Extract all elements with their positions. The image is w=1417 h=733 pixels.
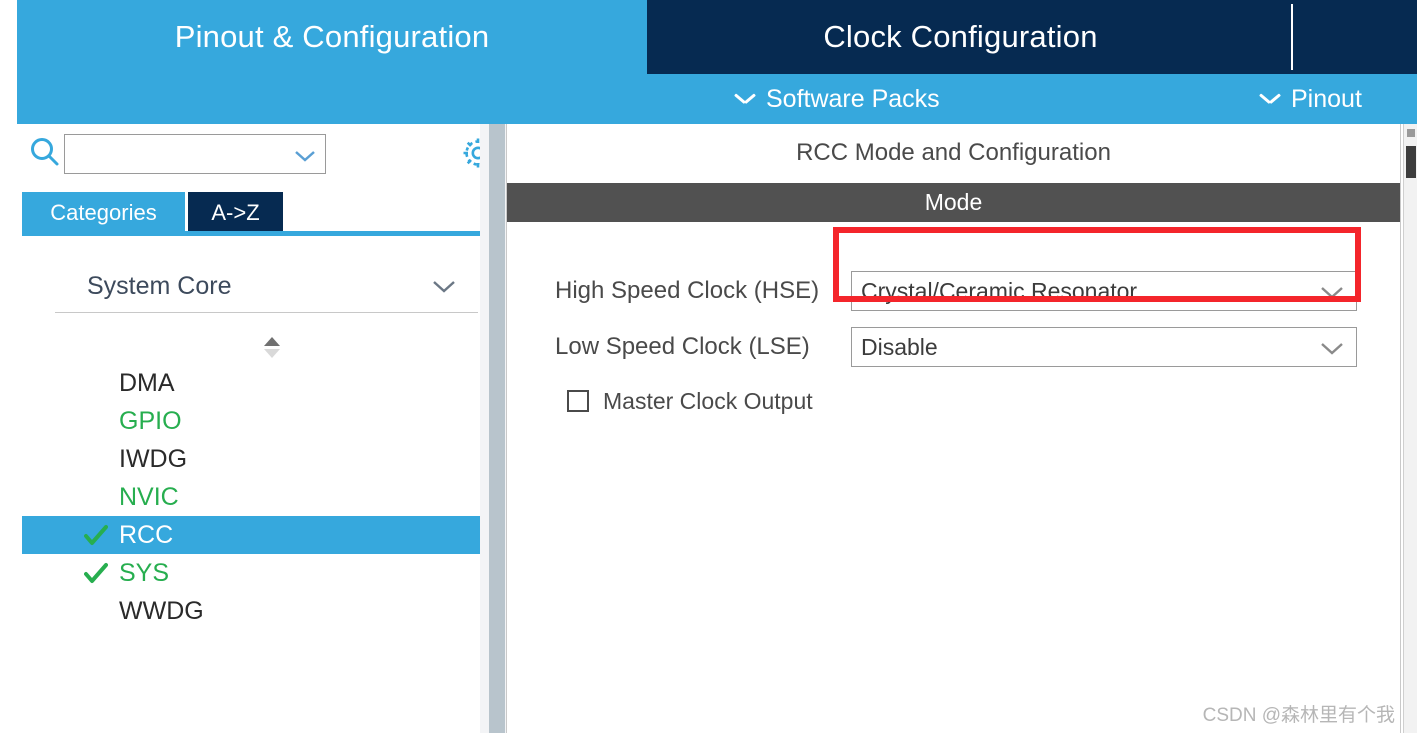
chevron-down-icon: [735, 93, 755, 105]
list-item-rcc-label: RCC: [119, 521, 174, 549]
high-speed-clock-dropdown[interactable]: Crystal/Ceramic Resonator: [851, 271, 1357, 311]
chevron-down-icon[interactable]: [1320, 286, 1344, 299]
main-panel: RCC Mode and Configuration Mode High Spe…: [506, 124, 1401, 733]
sidebar-group-divider: [55, 312, 478, 313]
tab-pinout-and-configuration-label: Pinout & Configuration: [174, 19, 490, 54]
sidebar-group-system-core-label: System Core: [87, 272, 232, 300]
tab-divider: [1291, 4, 1293, 70]
search-input[interactable]: [71, 140, 305, 170]
sidebar-tabs: Categories A->Z: [22, 192, 480, 233]
row-low-speed-clock-label: Low Speed Clock (LSE): [555, 333, 810, 360]
search-icon: [28, 136, 62, 170]
master-clock-output-checkbox[interactable]: [567, 390, 589, 412]
chevron-down-icon[interactable]: [294, 149, 316, 162]
sidebar-tab-categories[interactable]: Categories: [22, 192, 185, 233]
header-subbar: Software Packs Pinout: [17, 74, 1417, 124]
list-item-wwdg[interactable]: WWDG: [22, 592, 480, 630]
main-panel-scrollbar[interactable]: [1403, 124, 1417, 733]
list-item-iwdg-label: IWDG: [119, 445, 188, 473]
page-title-label: RCC Mode and Configuration: [796, 139, 1111, 166]
list-item-iwdg[interactable]: IWDG: [22, 440, 480, 478]
list-item-gpio-label: GPIO: [119, 407, 182, 435]
sidebar-search-row: [17, 124, 493, 184]
check-icon: [84, 562, 108, 584]
chevron-down-icon[interactable]: [432, 280, 456, 293]
list-item-nvic[interactable]: NVIC: [22, 478, 480, 516]
list-scroll-spinner[interactable]: [261, 335, 283, 361]
list-item-nvic-label: NVIC: [119, 483, 179, 511]
stm32cubemx-window: Pinout & Configuration Clock Configurati…: [0, 0, 1417, 733]
list-item-dma[interactable]: DMA: [22, 364, 480, 402]
check-icon: [84, 524, 108, 546]
menu-software-packs[interactable]: Software Packs: [735, 74, 940, 124]
mode-section-header: Mode: [507, 183, 1400, 222]
mode-section-header-label: Mode: [924, 189, 983, 215]
master-clock-output-label: Master Clock Output: [603, 387, 813, 414]
master-clock-output-checkbox-row[interactable]: Master Clock Output: [567, 384, 813, 418]
high-speed-clock-value: Crystal/Ceramic Resonator: [861, 278, 1138, 304]
low-speed-clock-value: Disable: [861, 334, 938, 360]
sidebar-tab-categories-label: Categories: [50, 199, 157, 225]
sidebar-group-system-core[interactable]: System Core: [40, 266, 468, 312]
main-panel-scroll-thumb[interactable]: [1406, 146, 1416, 178]
tab-clock-configuration-label-wrap: Clock Configuration: [647, 0, 1274, 74]
tab-pinout-and-configuration[interactable]: Pinout & Configuration: [17, 0, 647, 74]
panel-splitter-grip[interactable]: [489, 124, 505, 733]
tab-clock-configuration[interactable]: Clock Configuration: [647, 0, 1417, 74]
menu-pinout[interactable]: Pinout: [1260, 74, 1362, 124]
sidebar-list: System Core DMA GPIO IWDG NVIC RCC SYS W…: [22, 236, 480, 733]
top-header-bar: Pinout & Configuration Clock Configurati…: [17, 0, 1417, 124]
list-item-sys-label: SYS: [119, 559, 170, 587]
sidebar-tab-a-to-z[interactable]: A->Z: [188, 192, 283, 233]
low-speed-clock-dropdown[interactable]: Disable: [851, 327, 1357, 367]
list-item-gpio[interactable]: GPIO: [22, 402, 480, 440]
watermark: CSDN @森林里有个我: [1202, 705, 1395, 726]
scroll-up-arrow-icon[interactable]: [1407, 129, 1415, 137]
chevron-down-icon[interactable]: [1320, 342, 1344, 355]
list-item-rcc[interactable]: RCC: [22, 516, 480, 554]
search-combo[interactable]: [64, 134, 326, 174]
sidebar-tab-a-to-z-label: A->Z: [211, 199, 260, 225]
menu-pinout-label: Pinout: [1291, 84, 1362, 113]
list-item-dma-label: DMA: [119, 369, 175, 397]
sidebar-panel: Categories A->Z System Core DMA GPIO IWD…: [17, 124, 493, 733]
row-high-speed-clock-label: High Speed Clock (HSE): [555, 277, 820, 304]
tab-clock-configuration-label: Clock Configuration: [823, 19, 1098, 54]
mode-form: High Speed Clock (HSE) Crystal/Ceramic R…: [507, 222, 1400, 733]
list-item-wwdg-label: WWDG: [119, 597, 204, 625]
panel-splitter[interactable]: [480, 124, 506, 733]
chevron-down-icon: [1260, 93, 1280, 105]
list-item-sys[interactable]: SYS: [22, 554, 480, 592]
page-title: RCC Mode and Configuration: [507, 124, 1400, 182]
menu-software-packs-label: Software Packs: [766, 84, 940, 113]
